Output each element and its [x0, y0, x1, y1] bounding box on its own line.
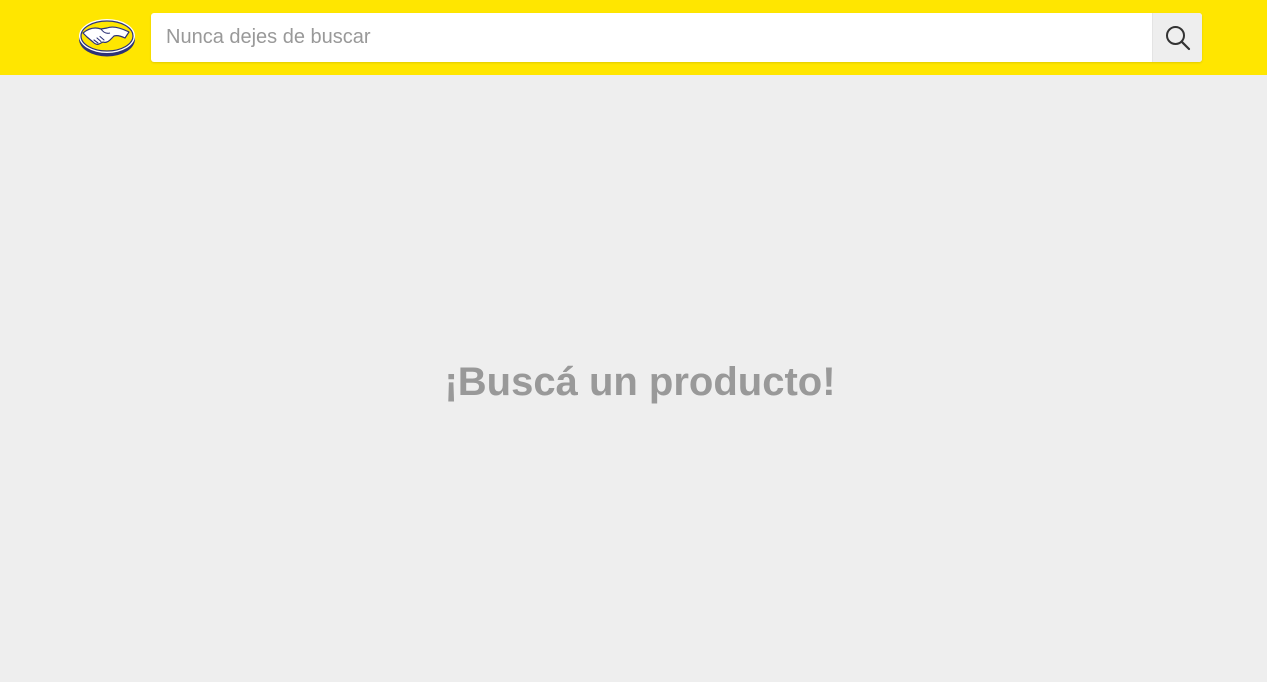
- search-button[interactable]: [1152, 13, 1202, 62]
- empty-state-message: ¡Buscá un producto!: [444, 360, 836, 404]
- search-bar: [151, 13, 1202, 62]
- handshake-logo-icon[interactable]: [77, 16, 137, 58]
- top-header: [0, 0, 1267, 75]
- search-input[interactable]: [151, 13, 1152, 62]
- search-icon: [1165, 25, 1191, 51]
- results-area: ¡Buscá un producto!: [0, 75, 1267, 682]
